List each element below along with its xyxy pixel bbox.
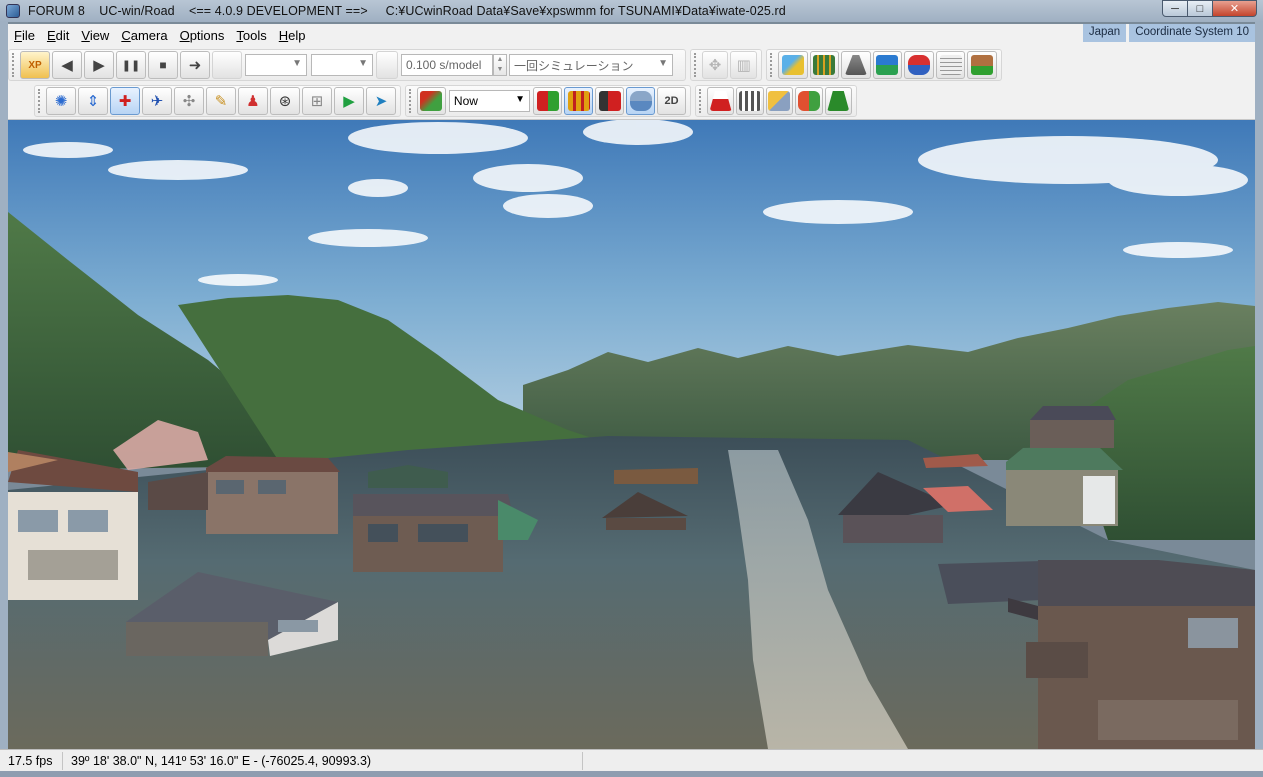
object-toolbar <box>695 85 857 117</box>
toolbar-grip[interactable] <box>694 53 698 77</box>
play-icon[interactable]: ▶ <box>84 51 114 79</box>
grid-settings-icon[interactable] <box>736 87 764 115</box>
capture-icon[interactable]: ✥ <box>701 51 729 79</box>
back-icon[interactable]: ◀ <box>52 51 82 79</box>
traffic-light-icon[interactable] <box>533 87 563 115</box>
model-list-icon[interactable] <box>765 87 794 115</box>
minimize-button[interactable]: ─ <box>1162 0 1188 17</box>
coordinate-readout: 39º 18' 38.0" N, 141º 53' 16.0" E - (-76… <box>63 751 583 770</box>
pause-icon[interactable]: ❚❚ <box>116 51 146 79</box>
move-icon[interactable]: ✚ <box>110 87 140 115</box>
sign-icon[interactable] <box>872 51 903 79</box>
train-icon[interactable]: ⊞ <box>302 87 332 115</box>
coordinate-system-badge: Coordinate System 10 <box>1129 24 1255 42</box>
pedestrian-icon[interactable]: ♟ <box>238 87 268 115</box>
chevron-down-icon: ▼ <box>292 58 302 69</box>
simulation-toolbar: XP ◀ ▶ ❚❚ ■ ➜ ▼ ▼ 0.100 s/model ▲ ▼ 一回シミュ… <box>8 49 686 81</box>
fps-readout: 17.5 fps <box>0 751 63 770</box>
navigation-toolbar: ✺ ⇕ ✚ ✈ ✣ ✎ ♟ ⊛ ⊞ ▶ ➤ <box>34 85 401 117</box>
menu-bar: File Edit View Camera Options Tools Help… <box>8 24 1255 46</box>
road-icon[interactable] <box>841 51 871 79</box>
scenario-select[interactable]: ▼ <box>245 54 307 76</box>
fly-icon[interactable]: ✈ <box>142 87 172 115</box>
weather-rain-icon[interactable] <box>626 87 656 115</box>
window-frame-left <box>0 22 8 771</box>
country-badge: Japan <box>1082 24 1127 42</box>
flooded-town-scene <box>8 120 1255 749</box>
maximize-button[interactable]: □ <box>1188 0 1213 17</box>
step-button[interactable] <box>376 51 398 79</box>
menu-edit[interactable]: Edit <box>41 28 75 43</box>
vehicle-icon[interactable] <box>904 51 934 79</box>
chevron-down-icon: ▼ <box>658 58 668 69</box>
menu-tools[interactable]: Tools <box>230 28 272 43</box>
status-empty <box>583 752 1263 770</box>
title-bar: FORUM 8 UC-win/Road <== 4.0.9 DEVELOPMEN… <box>0 0 1263 22</box>
fix-icon[interactable]: ✎ <box>206 87 236 115</box>
record-toolbar: ✥ ▥ <box>690 49 762 81</box>
3d-viewport[interactable] <box>8 120 1255 749</box>
add-building-icon[interactable] <box>967 51 998 79</box>
fly-route-icon[interactable]: ➤ <box>366 87 396 115</box>
time-of-day-select[interactable]: Now ▼ <box>448 90 531 112</box>
drive-route-icon[interactable]: ▶ <box>334 87 364 115</box>
editing-toolbar <box>766 49 1002 81</box>
toolbar-row-view: ✺ ⇕ ✚ ✈ ✣ ✎ ♟ ⊛ ⊞ ▶ ➤ Now ▼ 2D <box>8 84 861 118</box>
terrain-grid-icon[interactable] <box>809 51 840 79</box>
app-icon <box>6 4 20 18</box>
window-title: FORUM 8 UC-win/Road <== 4.0.9 DEVELOPMEN… <box>28 4 786 18</box>
simulation-mode-select[interactable]: 一回シミュレーション ▼ <box>509 54 673 76</box>
signal-icon[interactable] <box>595 87 625 115</box>
menu-options[interactable]: Options <box>174 28 231 43</box>
menu-help[interactable]: Help <box>273 28 312 43</box>
toolbar-grip[interactable] <box>699 89 703 113</box>
blank-button[interactable] <box>212 51 242 79</box>
time-step-spinner[interactable]: ▲ ▼ <box>493 54 507 76</box>
forward-icon[interactable]: ➜ <box>180 51 210 79</box>
toolbar-grip[interactable] <box>770 53 774 77</box>
terrain-icon[interactable] <box>416 87 446 115</box>
toolbar-grip[interactable] <box>409 89 413 113</box>
model-select[interactable]: ▼ <box>311 54 373 76</box>
vertical-move-icon[interactable]: ⇕ <box>78 87 108 115</box>
document-icon[interactable] <box>935 51 966 79</box>
chevron-down-icon: ▼ <box>358 58 368 69</box>
toolbar-grip[interactable] <box>12 53 16 77</box>
region-badges: Japan Coordinate System 10 <box>1080 24 1255 42</box>
environment-toolbar: Now ▼ 2D <box>405 85 691 117</box>
toolbar-row-simulation: XP ◀ ▶ ❚❚ ■ ➜ ▼ ▼ 0.100 s/model ▲ ▼ 一回シミュ… <box>8 48 1006 82</box>
stop-icon[interactable]: ■ <box>148 51 178 79</box>
toolbar-area: XP ◀ ▶ ❚❚ ■ ➜ ▼ ▼ 0.100 s/model ▲ ▼ 一回シミュ… <box>8 46 1255 120</box>
trees-icon[interactable] <box>824 87 852 115</box>
people-icon[interactable] <box>795 87 823 115</box>
menu-view[interactable]: View <box>75 28 115 43</box>
road-view-icon[interactable]: ▥ <box>730 51 758 79</box>
bar-graph-icon[interactable] <box>564 87 594 115</box>
rotate-icon[interactable]: ✣ <box>174 87 204 115</box>
time-step-input[interactable]: 0.100 s/model <box>401 54 493 76</box>
window-controls: ─ □ ✕ <box>1162 0 1257 17</box>
cross-section-icon[interactable] <box>706 87 735 115</box>
toolbar-grip[interactable] <box>38 89 42 113</box>
close-button[interactable]: ✕ <box>1213 0 1257 17</box>
xp-button[interactable]: XP <box>20 51 50 79</box>
orbit-icon[interactable]: ✺ <box>46 87 76 115</box>
status-bar: 17.5 fps 39º 18' 38.0" N, 141º 53' 16.0"… <box>0 749 1263 771</box>
window-frame-right <box>1255 22 1263 771</box>
steering-wheel-icon[interactable]: ⊛ <box>270 87 300 115</box>
menu-file[interactable]: File <box>8 28 41 43</box>
chevron-down-icon: ▼ <box>515 94 526 105</box>
window-frame-bottom <box>0 771 1263 777</box>
view-2d-button[interactable]: 2D <box>657 87 686 115</box>
menu-camera[interactable]: Camera <box>115 28 173 43</box>
road-edit-icon[interactable] <box>777 51 808 79</box>
